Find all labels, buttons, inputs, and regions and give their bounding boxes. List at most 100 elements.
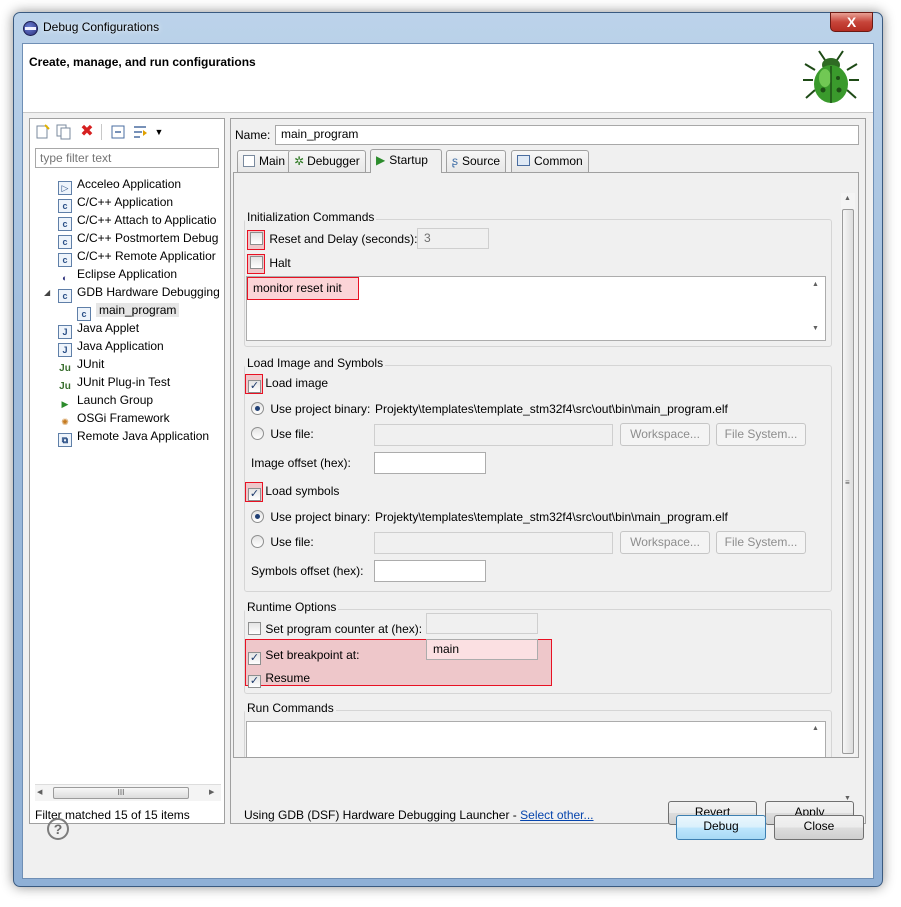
symbols-use-file-radio[interactable] bbox=[251, 535, 264, 548]
run-commands-title: Run Commands bbox=[245, 701, 336, 715]
symbols-file-input[interactable] bbox=[374, 532, 613, 554]
image-offset-input[interactable] bbox=[374, 452, 486, 474]
symbols-offset-label: Symbols offset (hex): bbox=[251, 564, 364, 578]
tree-item-label: Launch Group bbox=[77, 393, 154, 407]
image-use-file-label: Use file: bbox=[270, 427, 314, 441]
startup-vertical-scrollbar[interactable]: ▲ ≡ bbox=[841, 193, 855, 757]
tree-item[interactable]: ✺ OSGi Framework bbox=[58, 409, 169, 427]
delete-config-icon[interactable]: ✖ bbox=[79, 124, 95, 140]
resume-checkbox[interactable]: ✓ bbox=[248, 675, 261, 688]
debug-configurations-window: Debug Configurations X Create, manage, a… bbox=[13, 12, 883, 887]
image-use-file-radio[interactable] bbox=[251, 427, 264, 440]
tree-item[interactable]: c C/C++ Application bbox=[58, 193, 173, 213]
header-banner: Create, manage, and run configurations bbox=[23, 44, 873, 113]
tree-item-label: Acceleo Application bbox=[77, 177, 182, 191]
filter-config-icon[interactable] bbox=[132, 124, 148, 140]
image-file-system-button[interactable]: File System... bbox=[716, 423, 806, 446]
tree-item[interactable]: ▷ Acceleo Application bbox=[58, 175, 182, 195]
scroll-up-arrow-icon[interactable]: ▲ bbox=[844, 195, 851, 202]
close-button[interactable]: Close bbox=[774, 815, 864, 840]
window-title: Debug Configurations bbox=[43, 20, 160, 34]
launcher-text: Using GDB (DSF) Hardware Debugging Launc… bbox=[244, 808, 517, 822]
resume-row: ✓ Resume bbox=[248, 671, 310, 688]
tree-item[interactable]: c C/C++ Postmortem Debug bbox=[58, 229, 219, 249]
tab-common[interactable]: Common bbox=[511, 150, 589, 172]
configuration-editor-panel: Name: main_program Main ✲ Debugger ▶ Start… bbox=[230, 118, 866, 825]
view-menu-chevron-down-icon[interactable]: ▼ bbox=[151, 124, 167, 140]
name-input[interactable]: main_program bbox=[275, 125, 859, 145]
set-breakpoint-label: Set breakpoint at: bbox=[265, 648, 360, 662]
tree-item[interactable]: Ju JUnit Plug-in Test bbox=[58, 373, 170, 392]
tree-item[interactable]: c GDB Hardware Debugging bbox=[58, 283, 220, 303]
reset-delay-checkbox[interactable] bbox=[250, 232, 263, 245]
duplicate-config-icon[interactable] bbox=[55, 124, 71, 140]
tree-item[interactable]: c C/C++ Remote Applicatior bbox=[58, 247, 216, 267]
set-breakpoint-row: ✓ Set breakpoint at: bbox=[248, 648, 359, 665]
tree-item[interactable]: J Java Applet bbox=[58, 319, 139, 339]
textarea-scroll-down-icon[interactable]: ▼ bbox=[812, 325, 819, 332]
tree-item-main-program[interactable]: c main_program bbox=[77, 301, 180, 321]
run-commands-textarea[interactable] bbox=[246, 721, 826, 757]
tree-item[interactable]: c C/C++ Attach to Applicatio bbox=[58, 211, 216, 231]
textarea-scroll-up-icon[interactable]: ▲ bbox=[812, 281, 819, 288]
symbols-project-binary-row: Use project binary: bbox=[251, 510, 370, 524]
initialization-commands-title: Initialization Commands bbox=[245, 210, 377, 224]
source-icon: ʂ bbox=[452, 154, 458, 168]
tree-item[interactable]: ⧉ Remote Java Application bbox=[58, 427, 209, 447]
help-icon[interactable]: ? bbox=[47, 818, 69, 840]
set-pc-label: Set program counter at (hex): bbox=[265, 622, 423, 636]
tab-source[interactable]: ʂ Source bbox=[446, 150, 507, 172]
tab-main[interactable]: Main bbox=[237, 150, 292, 172]
reset-delay-label: Reset and Delay (seconds): bbox=[269, 232, 418, 246]
symbols-workspace-button[interactable]: Workspace... bbox=[620, 531, 710, 554]
image-use-file-row: Use file: bbox=[251, 427, 314, 441]
vertical-scrollbar-thumb[interactable]: ≡ bbox=[842, 209, 854, 754]
image-file-input[interactable] bbox=[374, 424, 613, 446]
tree-horizontal-scrollbar[interactable]: ◀ III ▶ bbox=[35, 784, 221, 801]
halt-row: Halt bbox=[250, 256, 291, 270]
image-use-project-binary-label: Use project binary: bbox=[270, 402, 371, 416]
tree-item-label: Eclipse Application bbox=[77, 267, 178, 281]
symbols-use-project-binary-radio[interactable] bbox=[251, 510, 264, 523]
tree-item-label: C/C++ Postmortem Debug bbox=[77, 231, 219, 245]
tab-startup[interactable]: ▶ Startup bbox=[370, 149, 442, 173]
tree-item[interactable]: J Java Application bbox=[58, 337, 164, 357]
debug-button[interactable]: Debug bbox=[676, 815, 766, 840]
window-close-button[interactable]: X bbox=[830, 12, 873, 32]
breakpoint-location-input[interactable]: main bbox=[426, 639, 538, 660]
set-pc-checkbox[interactable] bbox=[248, 622, 261, 635]
banner-title: Create, manage, and run configurations bbox=[29, 55, 256, 69]
expand-triangle-icon[interactable]: ◢ bbox=[44, 288, 50, 297]
image-use-project-binary-radio[interactable] bbox=[251, 402, 264, 415]
symbols-offset-input[interactable] bbox=[374, 560, 486, 582]
load-symbols-checkbox[interactable]: ✓ bbox=[248, 488, 261, 501]
run-textarea-scroll-up-icon[interactable]: ▲ bbox=[812, 725, 819, 732]
set-breakpoint-checkbox[interactable]: ✓ bbox=[248, 652, 261, 665]
image-workspace-button[interactable]: Workspace... bbox=[620, 423, 710, 446]
load-image-symbols-title: Load Image and Symbols bbox=[245, 356, 386, 370]
image-project-binary-row: Use project binary: bbox=[251, 402, 370, 416]
symbols-project-binary-path: Projekty\templates\template_stm32f4\src\… bbox=[375, 510, 728, 524]
select-other-link[interactable]: Select other... bbox=[520, 808, 593, 822]
scroll-right-arrow-icon[interactable]: ▶ bbox=[209, 788, 214, 796]
new-launch-config-icon[interactable] bbox=[34, 124, 50, 140]
tab-debugger[interactable]: ✲ Debugger bbox=[288, 150, 366, 172]
tree-item[interactable]: ◐ Eclipse Application bbox=[58, 265, 177, 283]
load-image-label: Load image bbox=[265, 376, 329, 390]
tree-item[interactable]: ▶ Launch Group bbox=[58, 391, 154, 409]
remote-java-icon: ⧉ bbox=[58, 433, 72, 447]
load-image-checkbox[interactable]: ✓ bbox=[248, 380, 261, 393]
scrollbar-thumb[interactable]: III bbox=[53, 787, 189, 799]
tree-item[interactable]: Ju JUnit bbox=[58, 355, 104, 374]
collapse-all-icon[interactable] bbox=[110, 124, 126, 140]
load-symbols-label: Load symbols bbox=[265, 484, 340, 498]
symbols-use-file-label: Use file: bbox=[270, 535, 314, 549]
runtime-options-title: Runtime Options bbox=[245, 600, 339, 614]
scroll-left-arrow-icon[interactable]: ◀ bbox=[37, 788, 42, 796]
halt-checkbox[interactable] bbox=[250, 256, 263, 269]
symbols-file-system-button[interactable]: File System... bbox=[716, 531, 806, 554]
filter-input[interactable] bbox=[35, 148, 219, 168]
delay-seconds-input[interactable]: 3 bbox=[417, 228, 489, 249]
symbols-use-project-binary-label: Use project binary: bbox=[270, 510, 371, 524]
set-pc-input[interactable] bbox=[426, 613, 538, 634]
